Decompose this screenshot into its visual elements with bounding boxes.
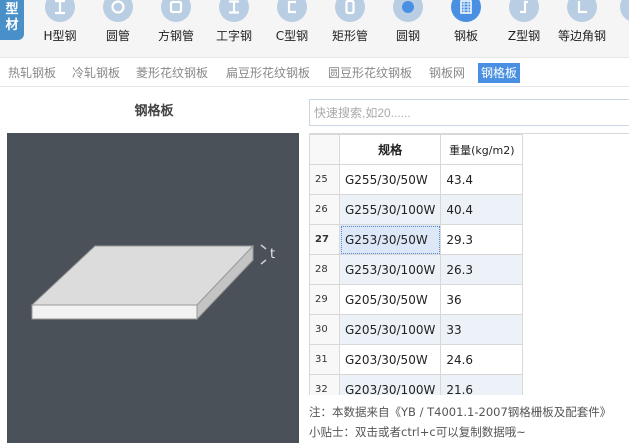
row-index: 30 xyxy=(309,314,340,345)
h-beam-icon xyxy=(45,0,75,22)
category-label: 钢板 xyxy=(453,29,478,43)
z-section-icon xyxy=(509,0,539,22)
steel-calculator-app: 型 材 H型钢 圆管 方钢管 工字钢 C型钢 矩形管 圆钢 钢板 Z型钢 等边角… xyxy=(0,0,629,443)
subcategory-tabs: 热轧钢板 冷轧钢板 菱形花纹钢板 扁豆形花纹钢板 圆豆形花纹钢板 钢板网 钢格板 xyxy=(0,59,629,87)
category-h-beam[interactable]: H型钢 xyxy=(38,0,82,58)
category-label: C型钢 xyxy=(275,29,309,43)
table-row[interactable]: 28 G253/30/100W 26.3 xyxy=(309,254,524,285)
shape-preview: t xyxy=(7,133,299,443)
category-label: 等边角钢 xyxy=(557,29,606,43)
subtab-hot-rolled[interactable]: 热轧钢板 xyxy=(5,63,59,83)
weight-cell[interactable]: 40.4 xyxy=(440,194,524,225)
category-label: H型钢 xyxy=(43,29,77,43)
brand-logo: 型 材 xyxy=(0,0,24,40)
spec-cell[interactable]: G205/30/100W xyxy=(338,314,442,345)
spec-cell[interactable]: G255/30/50W xyxy=(338,164,442,195)
row-index: 31 xyxy=(309,344,340,375)
subtab-cold-rolled[interactable]: 冷轧钢板 xyxy=(69,63,123,83)
category-bar: 型 材 H型钢 圆管 方钢管 工字钢 C型钢 矩形管 圆钢 钢板 Z型钢 等边角… xyxy=(0,0,629,58)
spec-cell[interactable]: G203/30/50W xyxy=(338,344,442,375)
category-rect-pipe[interactable]: 矩形管 xyxy=(330,0,370,58)
table-header-row: 规格 重量(kg/m2) xyxy=(309,134,524,165)
table-row[interactable]: 31 G203/30/50W 24.6 xyxy=(309,344,524,375)
row-index: 25 xyxy=(309,164,340,195)
category-equal-angle[interactable]: 等边角钢 xyxy=(556,0,608,58)
category-label: Z型钢 xyxy=(507,29,541,43)
category-label: 工字钢 xyxy=(215,29,252,43)
data-source-note: 注：本数据来自《YB / T4001.1-2007钢格栅板及配套件》 xyxy=(309,405,612,419)
category-steel-plate[interactable]: 钢板 xyxy=(450,0,482,58)
preview-title: 钢格板 xyxy=(134,104,174,119)
category-label: 矩形管 xyxy=(331,29,368,43)
row-index: 27 xyxy=(309,224,340,255)
c-channel-icon xyxy=(277,0,307,22)
rect-pipe-icon xyxy=(335,0,365,22)
copy-tip: 小贴士：双击或者ctrl+c可以复制数据哦~ xyxy=(309,425,526,439)
weight-cell[interactable]: 33 xyxy=(440,314,524,345)
category-label: 圆钢 xyxy=(395,29,420,43)
spec-cell[interactable]: G253/30/100W xyxy=(338,254,442,285)
category-round-bar[interactable]: 圆钢 xyxy=(392,0,424,58)
weight-cell[interactable]: 36 xyxy=(440,284,524,315)
weight-cell[interactable]: 26.3 xyxy=(440,254,524,285)
brand-line-1: 型 xyxy=(5,2,19,17)
steel-plate-drawing: t xyxy=(30,244,275,321)
category-label: 圆管 xyxy=(105,29,130,43)
square-pipe-icon xyxy=(161,0,191,22)
subtab-round-bean-pattern[interactable]: 圆豆形花纹钢板 xyxy=(325,63,415,83)
round-pipe-icon xyxy=(103,0,133,22)
i-beam-icon xyxy=(219,0,249,22)
brand-line-2: 材 xyxy=(5,18,19,33)
row-index: 28 xyxy=(309,254,340,285)
search-input[interactable] xyxy=(309,99,629,126)
table-row[interactable]: 26 G255/30/100W 40.4 xyxy=(309,194,524,225)
category-c-channel[interactable]: C型钢 xyxy=(272,0,312,58)
round-bar-icon xyxy=(393,0,423,22)
category-label: 方钢管 xyxy=(157,29,194,43)
table-row[interactable]: 32 G203/30/100W 21.6 xyxy=(309,374,524,395)
weight-column-header[interactable]: 重量(kg/m2) xyxy=(440,134,524,165)
table-row[interactable]: 29 G205/30/50W 36 xyxy=(309,284,524,315)
table-row[interactable]: 25 G255/30/50W 43.4 xyxy=(309,164,524,195)
spec-table-container[interactable]: 规格 重量(kg/m2) 25 G255/30/50W 43.4 26 G255… xyxy=(309,133,629,395)
spec-table: 规格 重量(kg/m2) 25 G255/30/50W 43.4 26 G255… xyxy=(309,134,524,395)
subtab-steel-grating[interactable]: 钢格板 xyxy=(478,63,521,83)
spec-cell[interactable]: G205/30/50W xyxy=(338,284,442,315)
equal-angle-icon xyxy=(567,0,597,22)
category-i-beam[interactable]: 工字钢 xyxy=(214,0,254,58)
table-row[interactable]: 30 G205/30/100W 33 xyxy=(309,314,524,345)
spec-column-header[interactable]: 规格 xyxy=(338,134,442,165)
weight-cell[interactable]: 43.4 xyxy=(440,164,524,195)
category-square-pipe[interactable]: 方钢管 xyxy=(156,0,196,58)
subtab-expanded-mesh[interactable]: 钢板网 xyxy=(426,63,468,83)
subtab-lentil-pattern[interactable]: 扁豆形花纹钢板 xyxy=(223,63,313,83)
category-z-section[interactable]: Z型钢 xyxy=(506,0,542,58)
row-index: 26 xyxy=(309,194,340,225)
spec-cell[interactable]: G255/30/100W xyxy=(338,194,442,225)
spec-cell[interactable]: G203/30/100W xyxy=(338,374,442,395)
weight-cell[interactable]: 21.6 xyxy=(440,374,524,395)
category-round-pipe[interactable]: 圆管 xyxy=(100,0,136,58)
subtab-diamond-pattern[interactable]: 菱形花纹钢板 xyxy=(133,63,211,83)
spec-cell-selected[interactable]: G253/30/50W xyxy=(338,224,442,255)
row-index-header xyxy=(309,134,340,165)
steel-plate-icon xyxy=(451,0,481,22)
dimension-arrows xyxy=(260,244,267,265)
weight-cell[interactable]: 29.3 xyxy=(440,224,524,255)
category-more[interactable] xyxy=(620,0,629,58)
weight-cell[interactable]: 24.6 xyxy=(440,344,524,375)
thickness-label: t xyxy=(270,247,275,262)
table-row-selected[interactable]: 27 G253/30/50W 29.3 xyxy=(309,224,524,255)
more-category-icon xyxy=(620,0,629,22)
row-index: 29 xyxy=(309,284,340,315)
row-index: 32 xyxy=(309,374,340,395)
